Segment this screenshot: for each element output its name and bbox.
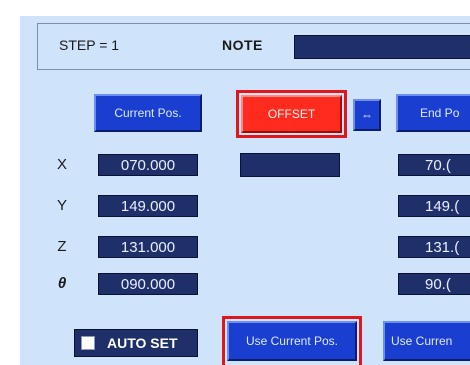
current-theta-field[interactable]: 090.000 <box>98 273 198 295</box>
auto-set-control[interactable]: AUTO SET <box>74 329 198 357</box>
end-x-field[interactable]: 70.( <box>398 154 470 176</box>
swap-arrow-button[interactable]: ⇔ <box>353 99 381 131</box>
auto-set-checkbox[interactable] <box>81 336 95 350</box>
step-header: STEP = 1 NOTE <box>37 23 470 70</box>
end-theta-field[interactable]: 90.( <box>398 273 470 295</box>
end-pos-button[interactable]: End Po <box>396 94 470 132</box>
note-label: NOTE <box>222 37 263 53</box>
note-field[interactable] <box>294 35 470 59</box>
use-current-end-button[interactable]: Use Curren <box>383 321 470 361</box>
axis-label-x: X <box>56 156 67 173</box>
end-z-field[interactable]: 131.( <box>398 236 470 258</box>
offset-button[interactable]: OFFSET <box>241 95 342 133</box>
end-y-field[interactable]: 149.( <box>398 195 470 217</box>
auto-set-label: AUTO SET <box>107 335 178 351</box>
axis-label-theta: θ <box>57 275 67 292</box>
control-panel: STEP = 1 NOTE Current Pos. OFFSET ⇔ End … <box>20 16 470 365</box>
current-z-field[interactable]: 131.000 <box>98 236 198 258</box>
axis-label-z: Z <box>57 238 67 255</box>
offset-field[interactable] <box>240 153 340 177</box>
current-x-field[interactable]: 070.000 <box>98 154 198 176</box>
swap-arrow-icon: ⇔ <box>361 108 373 122</box>
use-current-pos-button[interactable]: Use Current Pos. <box>227 321 357 361</box>
current-pos-button[interactable]: Current Pos. <box>94 94 202 132</box>
step-label: STEP = 1 <box>59 37 120 53</box>
current-y-field[interactable]: 149.000 <box>98 195 198 217</box>
axis-label-y: Y <box>56 197 67 214</box>
